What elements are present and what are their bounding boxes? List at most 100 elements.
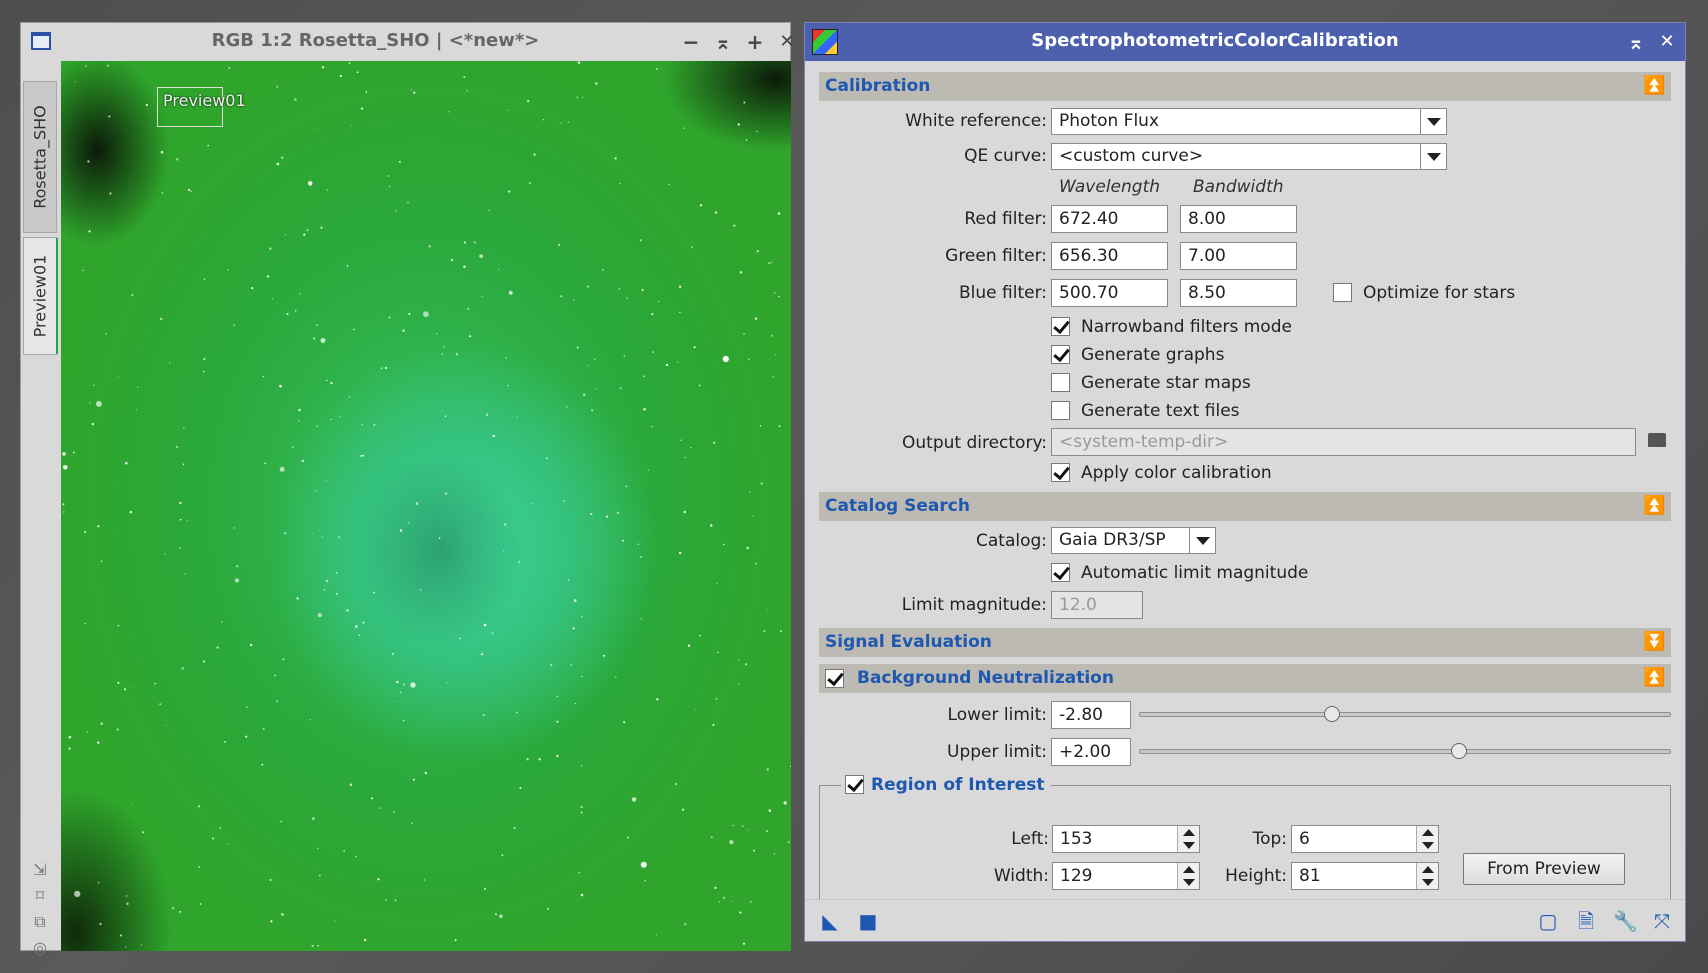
- star: [207, 144, 209, 147]
- chevron-down-icon[interactable]: [1189, 528, 1215, 553]
- fit-view-icon[interactable]: ⇲: [31, 861, 49, 879]
- optimize-for-stars-checkbox[interactable]: [1333, 283, 1352, 302]
- star: [299, 293, 301, 295]
- star: [484, 887, 486, 890]
- spin-arrows-icon[interactable]: [1416, 863, 1438, 889]
- background-neutralization-checkbox[interactable]: [825, 669, 844, 688]
- limit-magnitude-input[interactable]: 12.0: [1051, 591, 1143, 619]
- star: [678, 551, 682, 555]
- from-preview-button[interactable]: From Preview: [1463, 853, 1625, 885]
- left-spinbox[interactable]: 153: [1052, 825, 1200, 853]
- width-spinbox[interactable]: 129: [1052, 862, 1200, 890]
- track-view-icon[interactable]: ⤧: [1651, 910, 1673, 932]
- generate-star-maps-checkbox[interactable]: [1051, 373, 1070, 392]
- star: [188, 188, 190, 191]
- star: [492, 434, 495, 438]
- red-wavelength-input[interactable]: 672.40: [1051, 205, 1168, 233]
- star: [410, 682, 416, 688]
- spin-arrows-icon[interactable]: [1177, 863, 1199, 889]
- star: [588, 364, 590, 367]
- catalog-select[interactable]: Gaia DR3/SP: [1051, 527, 1216, 554]
- blue-bandwidth-input[interactable]: 8.50: [1180, 279, 1297, 307]
- star: [754, 317, 758, 320]
- image-window[interactable]: RGB 1:2 Rosetta_SHO | <*new*> − ⌅ + ✕ Ro…: [20, 22, 795, 957]
- height-spinbox[interactable]: 81: [1291, 862, 1439, 890]
- green-wavelength-input[interactable]: 656.30: [1051, 242, 1168, 270]
- zoom-icon[interactable]: ⌑: [31, 887, 49, 905]
- apply-global-icon[interactable]: ■: [857, 910, 879, 932]
- maximize-button[interactable]: +: [742, 29, 768, 55]
- shade-button[interactable]: ⌅: [710, 29, 736, 55]
- spin-arrows-icon[interactable]: [1416, 826, 1438, 852]
- minimize-button[interactable]: −: [678, 29, 704, 55]
- upper-limit-input[interactable]: +2.00: [1051, 738, 1131, 766]
- slider-handle[interactable]: [1451, 743, 1468, 759]
- star: [651, 425, 653, 428]
- chevron-down-icon[interactable]: [1420, 109, 1446, 134]
- star: [227, 843, 229, 845]
- shade-button[interactable]: ⌅: [1623, 29, 1649, 55]
- section-background-neutralization[interactable]: Background Neutralization ⏫: [819, 664, 1671, 693]
- section-calibration[interactable]: Calibration ⏫: [819, 72, 1671, 101]
- tab-preview01[interactable]: Preview01: [23, 237, 58, 355]
- star: [309, 719, 311, 720]
- star: [264, 462, 267, 465]
- qe-curve-select[interactable]: <custom curve>: [1051, 143, 1447, 170]
- real-time-preview-icon[interactable]: ▢: [1537, 910, 1559, 932]
- star: [100, 560, 103, 562]
- reset-icon[interactable]: 🔧: [1613, 910, 1638, 932]
- tab-rosetta-sho[interactable]: Rosetta_SHO: [23, 81, 57, 233]
- red-bandwidth-input[interactable]: 8.00: [1180, 205, 1297, 233]
- generate-graphs-checkbox[interactable]: [1051, 345, 1070, 364]
- narrowband-mode-checkbox[interactable]: [1051, 317, 1070, 336]
- output-directory-input[interactable]: <system-temp-dir>: [1051, 428, 1636, 456]
- upper-limit-slider[interactable]: [1139, 743, 1671, 759]
- star: [251, 287, 254, 290]
- image-window-titlebar[interactable]: RGB 1:2 Rosetta_SHO | <*new*> − ⌅ + ✕: [21, 23, 795, 61]
- dialog-titlebar[interactable]: SpectrophotometricColorCalibration ⌅ ✕: [805, 23, 1685, 61]
- star: [203, 358, 206, 361]
- expand-down-icon[interactable]: ⏬: [1643, 631, 1665, 653]
- folder-icon[interactable]: [1648, 433, 1666, 447]
- section-catalog-search[interactable]: Catalog Search ⏫: [819, 492, 1671, 521]
- star: [316, 324, 318, 326]
- collapse-up-icon[interactable]: ⏫: [1643, 495, 1665, 517]
- close-button[interactable]: ✕: [1654, 29, 1680, 55]
- lower-limit-input[interactable]: -2.80: [1051, 701, 1131, 729]
- star: [109, 192, 112, 195]
- browse-documentation-icon[interactable]: 🗎: [1575, 910, 1597, 932]
- close-button[interactable]: ✕: [774, 29, 800, 55]
- chevron-down-icon[interactable]: [1420, 144, 1446, 169]
- slider-handle[interactable]: [1323, 706, 1340, 722]
- clone-icon[interactable]: ⧉: [31, 913, 49, 931]
- star: [307, 181, 313, 186]
- top-spinbox[interactable]: 6: [1291, 825, 1439, 853]
- star: [526, 758, 529, 761]
- target-icon[interactable]: ◎: [31, 939, 49, 957]
- star: [444, 415, 447, 418]
- apply-color-calibration-checkbox[interactable]: [1051, 463, 1070, 482]
- star: [576, 346, 579, 349]
- new-instance-icon[interactable]: ◣: [819, 910, 841, 932]
- green-bandwidth-input[interactable]: 7.00: [1180, 242, 1297, 270]
- star: [377, 878, 380, 881]
- star: [464, 241, 466, 244]
- automatic-limit-magnitude-checkbox[interactable]: [1051, 563, 1070, 582]
- window-icon[interactable]: [31, 32, 51, 50]
- star: [787, 841, 790, 844]
- spin-arrows-icon[interactable]: [1177, 826, 1199, 852]
- process-dialog[interactable]: SpectrophotometricColorCalibration ⌅ ✕ C…: [804, 22, 1686, 942]
- collapse-up-icon[interactable]: ⏫: [1643, 75, 1665, 97]
- section-signal-evaluation[interactable]: Signal Evaluation ⏬: [819, 628, 1671, 657]
- lower-limit-slider[interactable]: [1139, 706, 1671, 722]
- region-of-interest-checkbox[interactable]: [845, 775, 864, 794]
- star: [72, 451, 75, 454]
- white-reference-select[interactable]: Photon Flux: [1051, 108, 1447, 135]
- star: [580, 805, 583, 809]
- image-canvas[interactable]: [61, 61, 791, 951]
- star: [126, 902, 129, 905]
- star: [590, 513, 593, 516]
- blue-wavelength-input[interactable]: 500.70: [1051, 279, 1168, 307]
- collapse-up-icon[interactable]: ⏫: [1643, 667, 1665, 689]
- generate-text-files-checkbox[interactable]: [1051, 401, 1070, 420]
